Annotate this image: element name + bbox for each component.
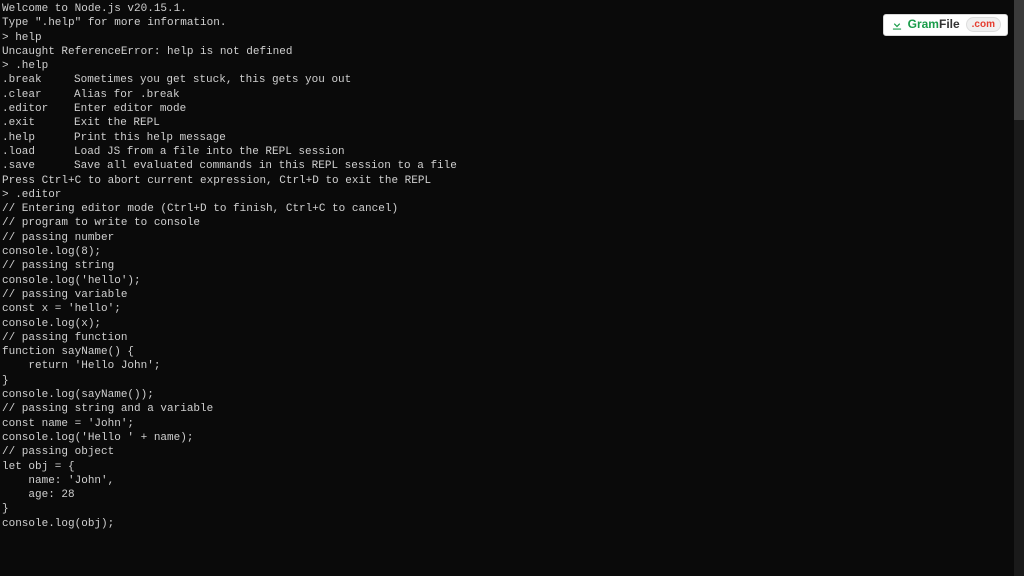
code-line-16: // passing function bbox=[2, 331, 1020, 345]
help-cmd: .break bbox=[2, 73, 74, 87]
help-desc: Enter editor mode bbox=[74, 103, 186, 115]
code-line-12: // passing variable bbox=[2, 288, 1020, 302]
code-line-20: console.log(sayName()); bbox=[2, 388, 1020, 402]
code-line-17: function sayName() { bbox=[2, 345, 1020, 359]
help-cmd: .editor bbox=[2, 102, 74, 116]
help-cmd: .load bbox=[2, 145, 74, 159]
help-cmd: .exit bbox=[2, 116, 74, 130]
code-line-30: } bbox=[2, 502, 1020, 516]
badge-text: GramFile bbox=[908, 17, 960, 33]
code-line-28: name: 'John', bbox=[2, 474, 1020, 488]
help-cmd: .help bbox=[2, 131, 74, 145]
help-line-editor: .editorEnter editor mode bbox=[2, 102, 1020, 116]
help-line-save: .saveSave all evaluated commands in this… bbox=[2, 159, 1020, 173]
badge-part1: Gram bbox=[908, 17, 939, 31]
help-cmd: .clear bbox=[2, 88, 74, 102]
download-icon bbox=[890, 18, 904, 32]
help-desc: Save all evaluated commands in this REPL… bbox=[74, 160, 457, 172]
code-line-10: console.log('hello'); bbox=[2, 274, 1020, 288]
help-line-clear: .clearAlias for .break bbox=[2, 88, 1020, 102]
badge-dotcom: .com bbox=[966, 17, 1001, 32]
help-desc: Sometimes you get stuck, this gets you o… bbox=[74, 74, 351, 86]
code-line-14: console.log(x); bbox=[2, 317, 1020, 331]
code-line-2: > .editor bbox=[2, 188, 1020, 202]
code-line-7: console.log(8); bbox=[2, 245, 1020, 259]
code-line-3: // Entering editor mode (Ctrl+D to finis… bbox=[2, 202, 1020, 216]
scrollbar[interactable] bbox=[1014, 0, 1024, 576]
code-line-6: // passing number bbox=[2, 231, 1020, 245]
code-line-9: // passing string bbox=[2, 259, 1020, 273]
watermark-badge: GramFile .com bbox=[883, 14, 1008, 36]
terminal-output[interactable]: Welcome to Node.js v20.15.1.Type ".help"… bbox=[0, 0, 1024, 533]
help-desc: Exit the REPL bbox=[74, 117, 160, 129]
code-line-29: age: 28 bbox=[2, 488, 1020, 502]
terminal-line-2: > help bbox=[2, 31, 1020, 45]
help-line-exit: .exitExit the REPL bbox=[2, 116, 1020, 130]
code-line-24: console.log('Hello ' + name); bbox=[2, 431, 1020, 445]
help-line-break: .breakSometimes you get stuck, this gets… bbox=[2, 73, 1020, 87]
help-desc: Print this help message bbox=[74, 132, 226, 144]
help-desc: Load JS from a file into the REPL sessio… bbox=[74, 146, 345, 158]
code-line-22: // passing string and a variable bbox=[2, 402, 1020, 416]
code-line-23: const name = 'John'; bbox=[2, 417, 1020, 431]
code-line-1: Press Ctrl+C to abort current expression… bbox=[2, 174, 1020, 188]
help-cmd: .save bbox=[2, 159, 74, 173]
terminal-line-3: Uncaught ReferenceError: help is not def… bbox=[2, 45, 1020, 59]
code-line-18: return 'Hello John'; bbox=[2, 359, 1020, 373]
help-line-help: .helpPrint this help message bbox=[2, 131, 1020, 145]
code-line-19: } bbox=[2, 374, 1020, 388]
terminal-line-0: Welcome to Node.js v20.15.1. bbox=[2, 2, 1020, 16]
scrollbar-thumb[interactable] bbox=[1014, 0, 1024, 120]
code-line-4: // program to write to console bbox=[2, 216, 1020, 230]
terminal-line-1: Type ".help" for more information. bbox=[2, 16, 1020, 30]
code-line-27: let obj = { bbox=[2, 460, 1020, 474]
help-desc: Alias for .break bbox=[74, 89, 180, 101]
terminal-line-4: > .help bbox=[2, 59, 1020, 73]
help-line-load: .loadLoad JS from a file into the REPL s… bbox=[2, 145, 1020, 159]
badge-part2: File bbox=[939, 17, 960, 31]
code-line-13: const x = 'hello'; bbox=[2, 302, 1020, 316]
code-line-26: // passing object bbox=[2, 445, 1020, 459]
code-line-31: console.log(obj); bbox=[2, 517, 1020, 531]
